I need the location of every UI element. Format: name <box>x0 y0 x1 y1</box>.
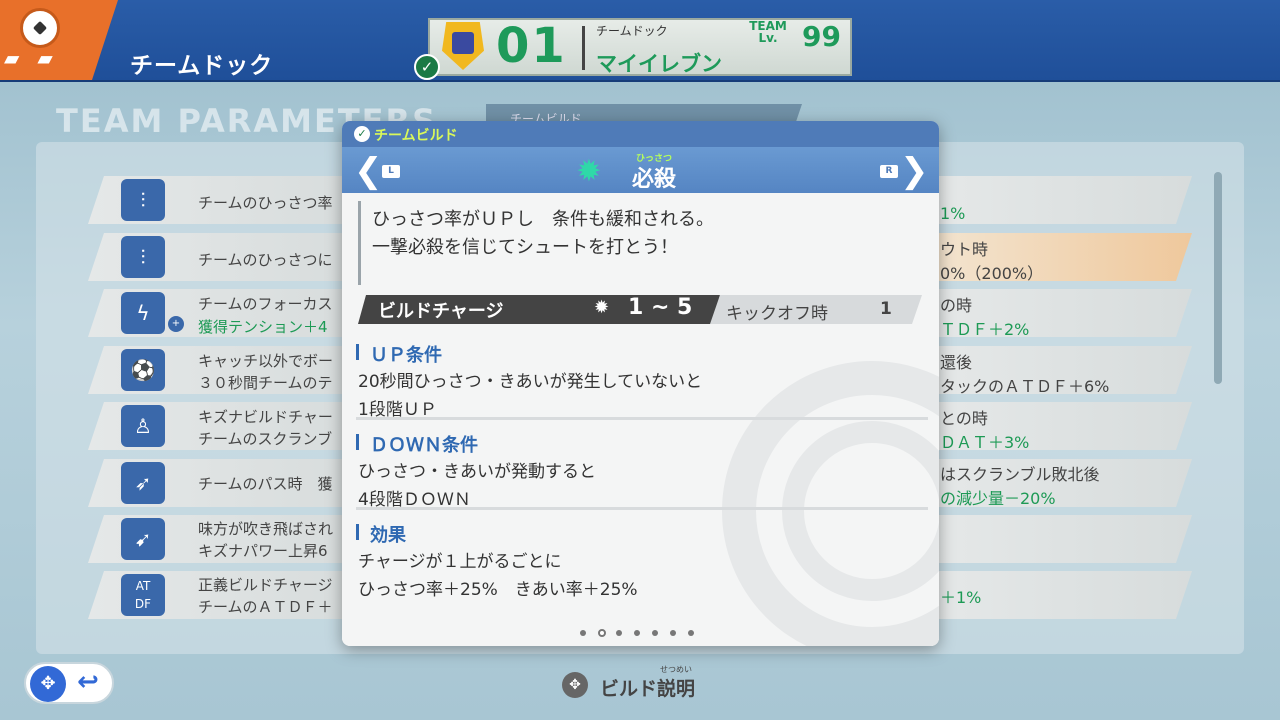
up-condition-title: ＵＰ条件 <box>356 341 442 367</box>
parameter-row-right[interactable] <box>936 515 1192 563</box>
parameter-text: の時 <box>940 296 973 315</box>
parameter-text: はスクランブル敗北後 <box>940 465 1100 484</box>
description-line: 一撃必殺を信じてシュートを打とう！ <box>372 237 678 258</box>
chevron-left-icon[interactable]: ❮ <box>354 151 383 191</box>
divider <box>582 26 585 70</box>
parameter-text: ＤＡＴ＋3% <box>940 433 1030 452</box>
button-cluster-icon: ✥ <box>562 672 588 698</box>
down-condition-title: ＤＯＷＮ条件 <box>356 431 478 457</box>
check-icon: ✓ <box>414 54 440 80</box>
focus-icon: ϟ <box>121 292 165 334</box>
page-dot <box>652 630 658 636</box>
build-detail-modal: ✓ チームビルド ❮ L R ❯ ✹ ひっさつ 必殺 ひっさつ率がＵＰし 条件も… <box>342 121 939 646</box>
l-button[interactable]: L <box>382 165 400 178</box>
parameter-text: キズナビルドチャー <box>198 408 333 426</box>
kickoff-label: キックオフ時 <box>726 304 828 324</box>
page-dot <box>616 630 622 636</box>
parameter-text: 獲得テンション＋4 <box>198 318 328 336</box>
team-level-label: TEAM Lv. <box>749 19 787 45</box>
charge-range: 1 ~ 5 <box>628 295 693 320</box>
page-indicator <box>580 629 704 638</box>
kickoff-value: 1 <box>880 299 892 319</box>
parameter-text: 0%（200%） <box>940 264 1044 283</box>
team-number: 01 <box>496 18 567 74</box>
parameter-text: 正義ビルドチャージ <box>198 576 333 594</box>
description-line: ひっさつ率がＵＰし 条件も緩和される。 <box>372 209 714 230</box>
team-sublabel: チームドック <box>596 24 668 38</box>
up-condition-line: 20秒間ひっさつ・きあいが発生していないと <box>358 372 703 392</box>
modal-category: チームビルド <box>374 128 458 144</box>
burst-icon: ✹ <box>594 297 610 318</box>
divider <box>356 417 928 420</box>
parameter-text: 味方が吹き飛ばされ <box>198 520 334 538</box>
divider <box>356 507 928 510</box>
build-help-button[interactable]: ビルド説明 <box>600 674 695 701</box>
page-dot <box>598 629 606 637</box>
parameter-text: の減少量－20% <box>940 489 1056 508</box>
parameter-text: キャッチ以外でボー <box>198 352 334 370</box>
parameter-text: チームのフォーカス <box>198 295 333 313</box>
charge-label: ビルドチャージ <box>378 301 504 322</box>
atdf-icon: AT DF <box>121 574 165 616</box>
effect-line: ひっさつ率＋25% きあい率＋25% <box>358 580 638 600</box>
down-condition-line: ひっさつ・きあいが発動すると <box>358 462 596 482</box>
parameter-text: ３０秒間チームのテ <box>198 374 333 392</box>
description-bar <box>358 201 361 285</box>
parameter-text: チームのＡＴＤＦ＋ <box>198 598 333 616</box>
parameter-text: ＋1% <box>940 588 982 607</box>
parameter-text: との時 <box>940 409 988 428</box>
parameter-text: 還後 <box>940 353 973 372</box>
blown-icon: ➹ <box>121 518 165 560</box>
r-button[interactable]: R <box>880 165 898 178</box>
back-arrow-icon: ↩ <box>77 667 99 697</box>
page-title: チームドック <box>130 53 274 79</box>
team-level: 99 <box>802 20 841 53</box>
scrollbar[interactable] <box>1214 172 1222 384</box>
parameter-text: ＴＤＦ＋2% <box>940 320 1030 339</box>
effect-line: チャージが１上がるごとに <box>358 552 562 572</box>
tactic-icon: ⫶ <box>121 179 165 221</box>
parameter-text: チームのスクランブ <box>198 430 333 448</box>
tactic-icon: ⫶ <box>121 236 165 278</box>
plus-badge-icon: + <box>168 316 184 332</box>
soccer-ball-icon <box>20 8 60 48</box>
page-dot <box>688 630 694 636</box>
gamepad-icon: ✥ <box>30 666 66 702</box>
pass-icon: ➶ <box>121 462 165 504</box>
parameter-text: タックのＡＴＤＦ＋6% <box>940 377 1110 396</box>
page-dot <box>634 630 640 636</box>
boots-icon: ▰▰ <box>4 46 71 70</box>
parameter-text: チームのひっさつ率 <box>198 194 333 212</box>
parameter-text: 1% <box>940 204 966 223</box>
burst-icon: ✹ <box>576 154 602 189</box>
ball-icon: ⚽ <box>121 349 165 391</box>
effect-title: 効果 <box>356 521 406 547</box>
parameter-text: キズナパワー上昇6 <box>198 542 328 560</box>
chevron-right-icon[interactable]: ❯ <box>900 151 929 191</box>
check-icon: ✓ <box>354 126 370 142</box>
parameter-text: チームのひっさつに <box>198 251 333 269</box>
page-dot <box>580 630 586 636</box>
page-dot <box>670 630 676 636</box>
parameter-text: チームのパス時 獲 <box>198 475 333 493</box>
parameter-text: ウト時 <box>940 240 989 259</box>
team-name: マイイレブン <box>596 52 722 76</box>
build-name: 必殺 <box>632 167 677 192</box>
bond-icon: ♙ <box>121 405 165 447</box>
